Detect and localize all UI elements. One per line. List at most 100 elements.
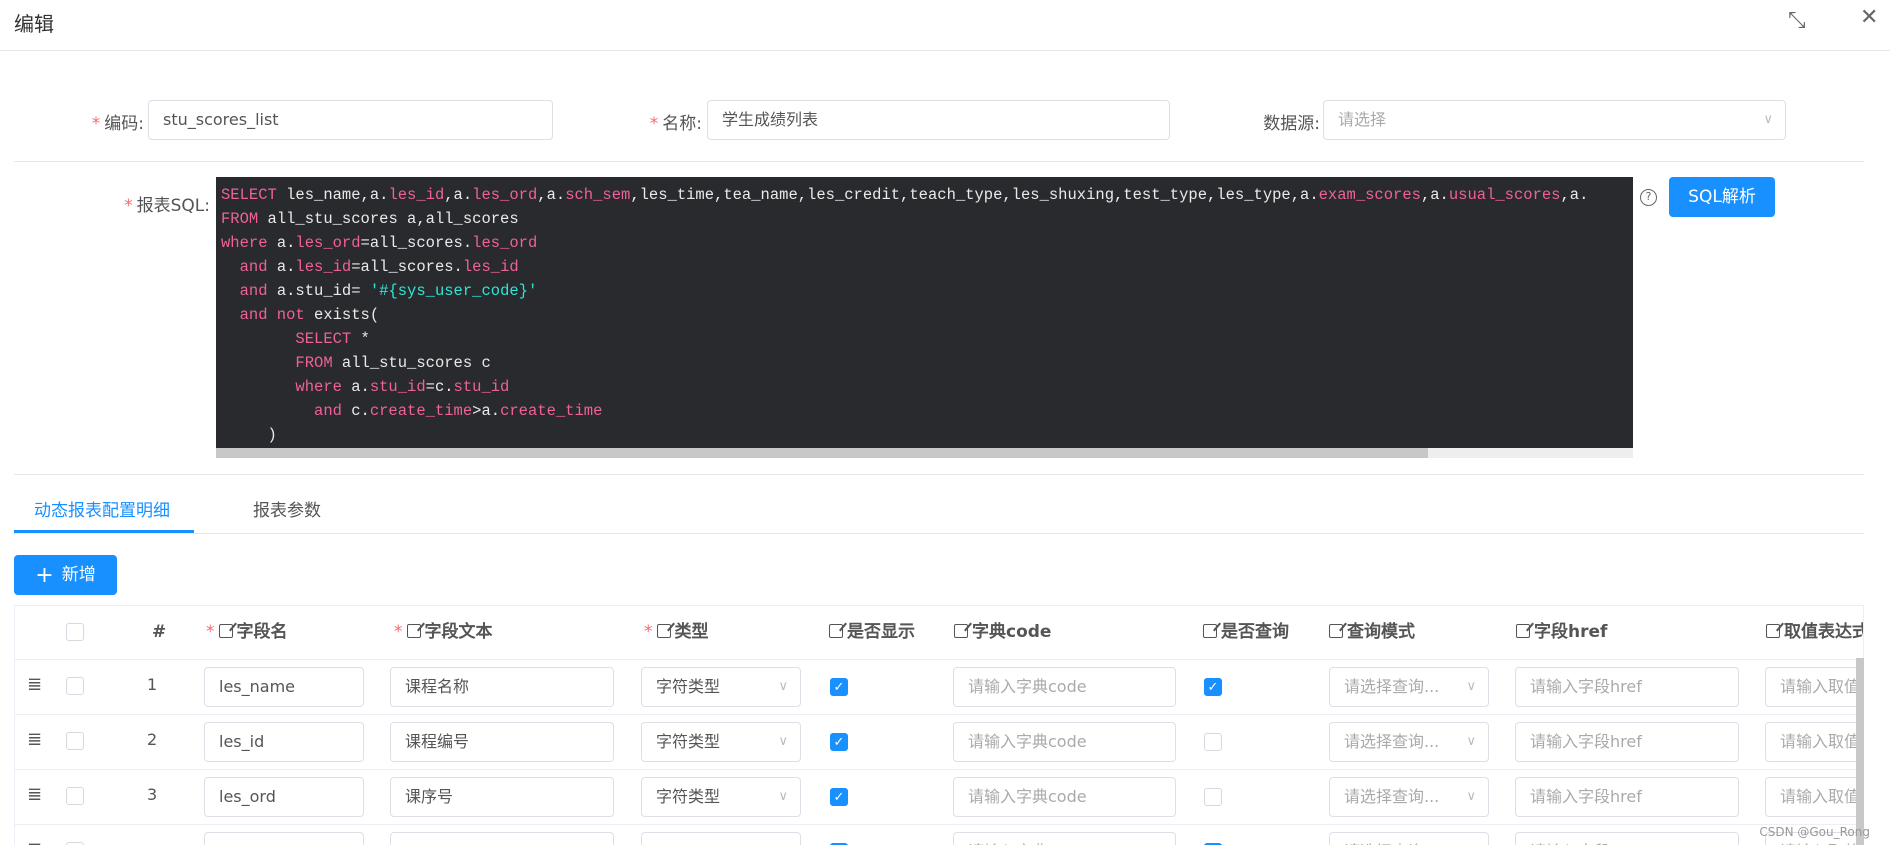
tab-report-params[interactable]: 报表参数 xyxy=(253,496,321,521)
query-mode-select[interactable]: 请选择查询...∨ xyxy=(1329,777,1489,817)
divider xyxy=(14,474,1864,475)
type-select[interactable]: 字符类型 ∨ xyxy=(641,667,801,707)
sql-token: create_time xyxy=(500,402,603,420)
divider xyxy=(14,533,1864,534)
sql-token: =c. xyxy=(425,378,454,396)
table-vertical-scrollbar[interactable] xyxy=(1856,658,1864,845)
question-circle-icon[interactable]: ? xyxy=(1640,189,1657,206)
sql-token: les_id xyxy=(462,258,519,276)
code-input[interactable]: stu_scores_list xyxy=(148,100,553,140)
add-button[interactable]: + 新增 xyxy=(14,555,117,595)
sql-token: all_stu_scores c xyxy=(332,354,491,372)
sql-token: a.stu_id= xyxy=(267,282,370,300)
sql-horizontal-scrollbar[interactable] xyxy=(216,448,1633,458)
edit-icon xyxy=(656,624,671,638)
sql-editor[interactable]: SELECT les_name,a.les_id,a.les_ord,a.sch… xyxy=(216,177,1633,458)
sql-parse-button[interactable]: SQL解析 xyxy=(1669,177,1775,217)
drag-handle-icon[interactable]: ≣ xyxy=(27,674,42,695)
divider xyxy=(14,161,1864,162)
sql-token: create_time xyxy=(369,402,473,420)
dialog-title: 编辑 xyxy=(14,12,54,36)
field-name-input[interactable] xyxy=(204,832,364,845)
drag-handle-icon[interactable]: ≣ xyxy=(27,784,42,805)
query-mode-select[interactable]: 请选择查询...∨ xyxy=(1329,722,1489,762)
field-name-input[interactable]: les_ord xyxy=(204,777,364,817)
type-select[interactable]: 字符类型 ∨ xyxy=(641,722,801,762)
show-checkbox[interactable]: ✓ xyxy=(830,788,848,806)
field-name-input[interactable]: les_name xyxy=(204,667,364,707)
select-all-checkbox[interactable] xyxy=(66,623,84,641)
sql-line: SELECT * xyxy=(221,327,1633,351)
code-label: * 编码: xyxy=(91,114,144,134)
row-checkbox[interactable] xyxy=(66,732,84,750)
query-checkbox[interactable]: ✓ xyxy=(1204,678,1222,696)
chevron-down-icon: ∨ xyxy=(1466,789,1476,804)
show-checkbox[interactable]: ✓ xyxy=(830,678,848,696)
watermark: CSDN @Gou_Rong xyxy=(1759,825,1870,839)
sql-line: SELECT les_name,a.les_id,a.les_ord,a.sch… xyxy=(221,183,1633,207)
row-checkbox[interactable] xyxy=(66,787,84,805)
href-input[interactable]: 请输入字段href xyxy=(1515,777,1739,817)
sql-token: ,a. xyxy=(1560,186,1589,204)
sql-token: exam_scores xyxy=(1318,186,1421,204)
chevron-down-icon: ∨ xyxy=(778,833,788,845)
edit-icon xyxy=(218,624,233,638)
query-mode-select[interactable]: 请选择查询...∨ xyxy=(1329,667,1489,707)
sql-token: ,a. xyxy=(1420,186,1449,204)
field-name-input[interactable]: les_id xyxy=(204,722,364,762)
sql-label: * 报表SQL: xyxy=(124,196,210,216)
table-row: ≣ 2 les_id 课程编号 字符类型 ∨ ✓ 请输入字典code 请选择查询.… xyxy=(15,714,1863,769)
expression-input[interactable]: 请输入取值 xyxy=(1765,722,1863,762)
close-icon[interactable]: ✕ xyxy=(1860,5,1878,30)
chevron-down-icon: ∨ xyxy=(778,789,788,804)
dict-code-input[interactable]: 请输入字典code xyxy=(953,722,1176,762)
sql-token: les_name,a. xyxy=(276,186,389,204)
href-input[interactable]: 请输入字段href xyxy=(1515,832,1739,845)
sql-token: a. xyxy=(267,234,296,252)
dict-code-input[interactable]: 请输入字典code xyxy=(953,832,1176,845)
query-checkbox[interactable] xyxy=(1204,733,1222,751)
chevron-down-icon: ∨ xyxy=(778,679,788,694)
datasource-select[interactable]: 请选择 ∨ xyxy=(1323,100,1786,140)
field-text-input[interactable]: 课程编号 xyxy=(390,722,614,762)
sql-line: ) xyxy=(221,423,1633,447)
dict-code-input[interactable]: 请输入字典code xyxy=(953,777,1176,817)
field-text-input[interactable]: 课序号 xyxy=(390,777,614,817)
sql-token: a. xyxy=(267,258,296,276)
plus-icon: + xyxy=(35,563,54,588)
field-text-input[interactable] xyxy=(390,832,614,845)
href-input[interactable]: 请输入字段href xyxy=(1515,667,1739,707)
sql-token: FROM xyxy=(221,354,333,372)
table-row: ≣ 3 les_ord 课序号 字符类型 ∨ ✓ 请输入字典code 请选择查询.… xyxy=(15,769,1863,824)
expression-input[interactable]: 请输入取值 xyxy=(1765,667,1863,707)
compress-icon[interactable]: ⤡ xyxy=(1788,8,1806,33)
sql-token: all_stu_scores a,all_scores xyxy=(258,210,519,228)
column-header: 字典code xyxy=(954,606,1051,659)
chevron-down-icon: ∨ xyxy=(1466,734,1476,749)
dict-code-input[interactable]: 请输入字典code xyxy=(953,667,1176,707)
type-select[interactable]: 字符类型 ∨ xyxy=(641,777,801,817)
drag-handle-icon[interactable]: ≣ xyxy=(27,729,42,750)
column-header: * 字段文本 xyxy=(394,622,493,642)
row-checkbox[interactable] xyxy=(66,677,84,695)
type-select[interactable]: ∨ xyxy=(641,832,801,845)
sql-token: sch_sem xyxy=(565,186,631,204)
edit-icon xyxy=(1329,624,1343,638)
href-input[interactable]: 请输入字段href xyxy=(1515,722,1739,762)
sql-token: exists( xyxy=(304,306,380,324)
column-header: 取值表达式 xyxy=(1766,606,1863,659)
expression-input[interactable]: 请输入取值 xyxy=(1765,777,1863,817)
sql-token: SELECT xyxy=(221,186,277,204)
field-text-input[interactable]: 课程名称 xyxy=(390,667,614,707)
row-index: 3 xyxy=(147,785,158,804)
tab-config-detail[interactable]: 动态报表配置明细 xyxy=(34,496,170,521)
sql-token: ,a. xyxy=(537,186,566,204)
query-mode-select[interactable]: 请选择查询...∨ xyxy=(1329,832,1489,845)
sql-token: FROM xyxy=(221,210,259,228)
chevron-down-icon: ∨ xyxy=(1466,679,1476,694)
show-checkbox[interactable]: ✓ xyxy=(830,733,848,751)
query-checkbox[interactable] xyxy=(1204,788,1222,806)
drag-handle-icon[interactable]: ≣ xyxy=(27,839,42,845)
name-input[interactable]: 学生成绩列表 xyxy=(707,100,1170,140)
divider xyxy=(0,50,1890,51)
